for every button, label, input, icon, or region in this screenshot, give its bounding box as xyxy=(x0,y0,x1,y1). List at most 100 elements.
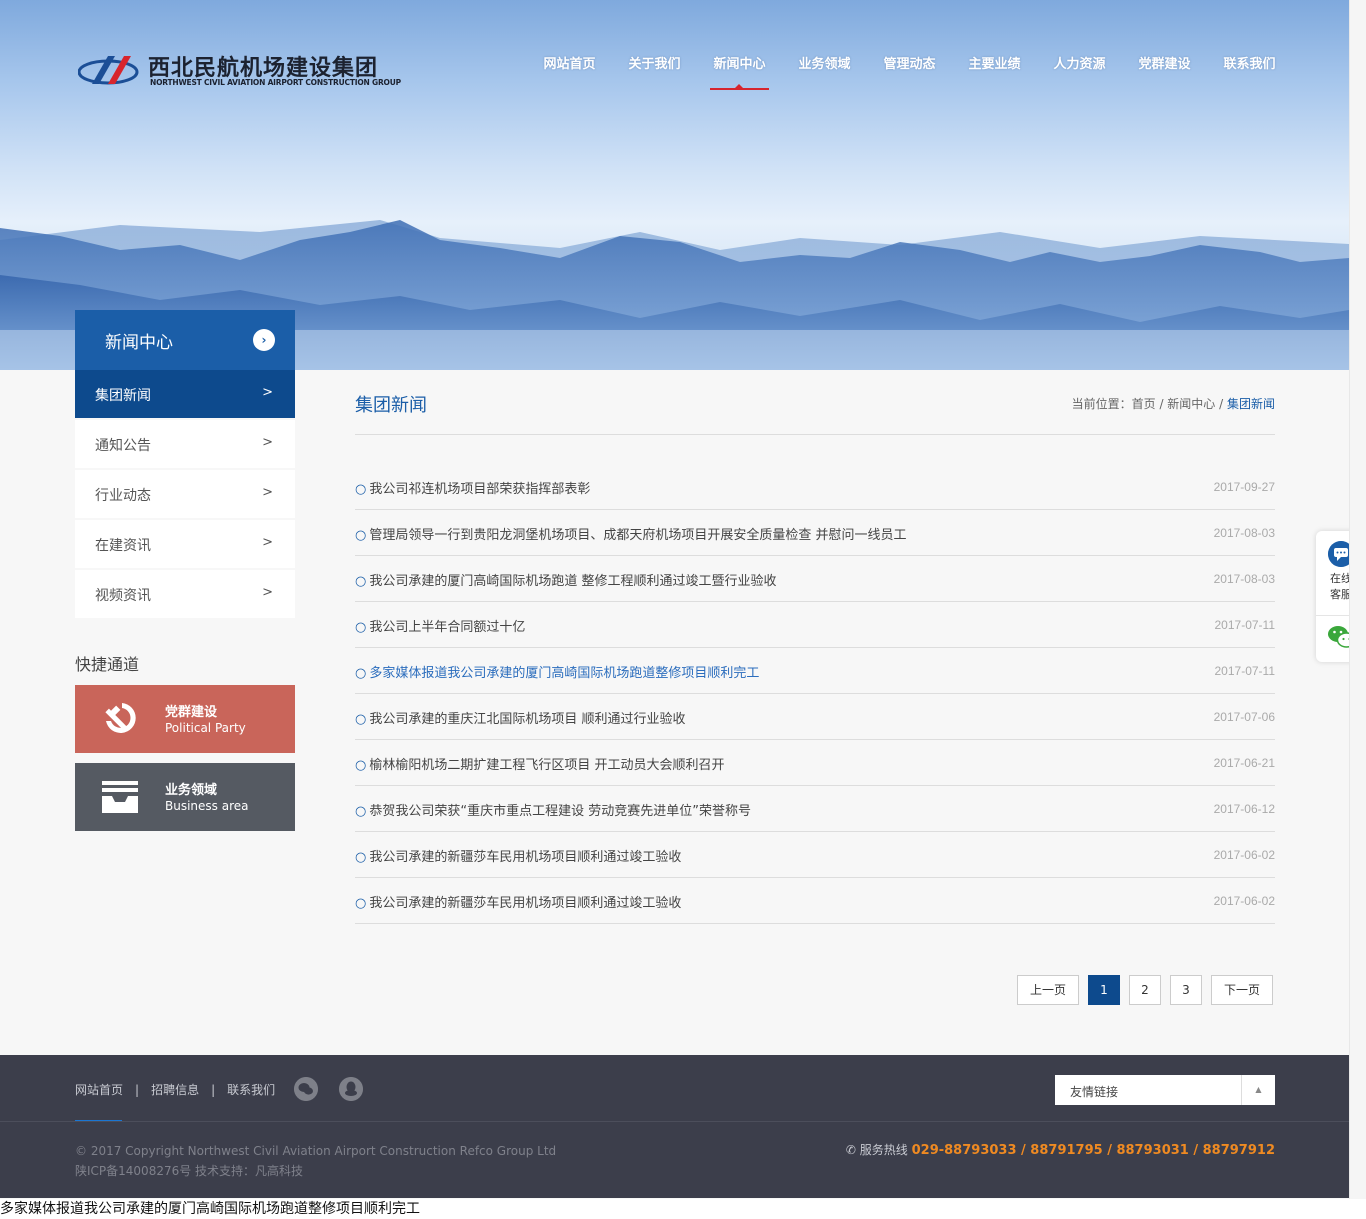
bullet-icon: ○ xyxy=(355,804,367,819)
footer-link-home[interactable]: 网站首页 xyxy=(75,1083,123,1097)
news-title[interactable]: ○ 我公司承建的新疆莎车民用机场项目顺利通过竣工验收 xyxy=(355,892,681,911)
sidebar-title: 新闻中心 xyxy=(105,333,173,353)
news-item[interactable]: ○ 我公司祁连机场项目部荣获指挥部表彰 2017-09-27 xyxy=(355,464,1275,510)
news-item[interactable]: ○ 我公司承建的重庆江北国际机场项目 顺利通过行业验收 2017-07-06 xyxy=(355,694,1275,740)
news-date: 2017-06-02 xyxy=(1213,894,1275,908)
nav-about[interactable]: 关于我们 xyxy=(612,56,697,90)
breadcrumb-section[interactable]: 新闻中心 xyxy=(1167,397,1215,411)
news-title-text: 多家媒体报道我公司承建的厦门高崎国际机场跑道整修项目顺利完工 xyxy=(369,666,760,681)
news-item[interactable]: ○ 多家媒体报道我公司承建的厦门高崎国际机场跑道整修项目顺利完工 2017-07-1… xyxy=(355,648,1275,694)
hotline: ✆ 服务热线 029-88793033 / 88791795 / 8879303… xyxy=(846,1141,1275,1158)
wechat-icon[interactable] xyxy=(294,1077,318,1101)
page-button-1[interactable]: 1 xyxy=(1088,975,1120,1005)
news-title-text: 榆林榆阳机场二期扩建工程飞行区项目 开工动员大会顺利召开 xyxy=(369,758,725,773)
quick-link-title: 党群建设 xyxy=(165,705,218,720)
news-title-text: 管理局领导一行到贵阳龙洞堡机场项目、成都天府机场项目开展安全质量检查 并慰问一线… xyxy=(369,528,907,543)
nav-news[interactable]: 新闻中心 xyxy=(697,56,782,90)
next-page-button[interactable]: 下一页 xyxy=(1211,975,1273,1005)
quick-link-subtitle: Business area xyxy=(165,799,249,813)
news-title[interactable]: ○ 我公司承建的重庆江北国际机场项目 顺利通过行业验收 xyxy=(355,708,685,727)
sidebar-item-label: 集团新闻 xyxy=(95,388,151,404)
site-logo[interactable]: 西北民航机场建设集团 NORTHWEST CIVIL AVIATION AIRP… xyxy=(78,48,401,92)
news-item[interactable]: ○ 我公司承建的新疆莎车民用机场项目顺利通过竣工验收 2017-06-02 xyxy=(355,878,1275,924)
nav-contact[interactable]: 联系我们 xyxy=(1207,56,1292,90)
footer-divider xyxy=(0,1121,1349,1122)
breadcrumb: 当前位置：首页 / 新闻中心 / 集团新闻 xyxy=(1072,395,1275,412)
news-date: 2017-09-27 xyxy=(1213,480,1275,494)
nav-business[interactable]: 业务领域 xyxy=(782,56,867,90)
chevron-right-icon: > xyxy=(262,385,273,400)
breadcrumb-sep: / xyxy=(1155,397,1168,411)
quick-link-subtitle: Political Party xyxy=(165,721,246,735)
quick-link-party[interactable]: 党群建设 Political Party xyxy=(75,685,295,753)
hammer-sickle-icon xyxy=(105,703,136,733)
nav-achievements[interactable]: 主要业绩 xyxy=(952,56,1037,90)
nav-home[interactable]: 网站首页 xyxy=(527,56,612,90)
sidebar-item-label: 通知公告 xyxy=(95,438,151,454)
sidebar-item-video[interactable]: 视频资讯 > xyxy=(75,570,295,618)
news-date: 2017-07-11 xyxy=(1214,664,1276,678)
footer-link-sep: | xyxy=(211,1083,216,1097)
bullet-icon: ○ xyxy=(355,850,367,865)
news-title-text: 我公司承建的新疆莎车民用机场项目顺利通过竣工验收 xyxy=(369,850,682,865)
sidebar-item-notices[interactable]: 通知公告 > xyxy=(75,420,295,468)
news-title-text: 恭贺我公司荣获“重庆市重点工程建设 劳动竞赛先进单位”荣誉称号 xyxy=(369,804,751,819)
footer-link-contact[interactable]: 联系我们 xyxy=(227,1083,275,1097)
news-title[interactable]: ○ 恭贺我公司荣获“重庆市重点工程建设 劳动竞赛先进单位”荣誉称号 xyxy=(355,800,751,819)
news-title-text: 我公司承建的厦门高崎国际机场跑道 整修工程顺利通过竣工暨行业验收 xyxy=(369,574,777,589)
news-title[interactable]: ○ 我公司承建的厦门高崎国际机场跑道 整修工程顺利通过竣工暨行业验收 xyxy=(355,570,776,589)
icp-text: 陕ICP备14008276号 技术支持：凡高科技 xyxy=(75,1164,304,1178)
news-title-text: 我公司祁连机场项目部荣获指挥部表彰 xyxy=(369,482,591,497)
logo-text-en: NORTHWEST CIVIL AVIATION AIRPORT CONSTRU… xyxy=(150,78,401,87)
news-title-text: 我公司承建的重庆江北国际机场项目 顺利通过行业验收 xyxy=(369,712,686,727)
news-item[interactable]: ○ 我公司承建的厦门高崎国际机场跑道 整修工程顺利通过竣工暨行业验收 2017-08… xyxy=(355,556,1275,602)
nav-party[interactable]: 党群建设 xyxy=(1122,56,1207,90)
sidebar-item-industry[interactable]: 行业动态 > xyxy=(75,470,295,518)
breadcrumb-home[interactable]: 首页 xyxy=(1132,397,1156,411)
nav-hr[interactable]: 人力资源 xyxy=(1037,56,1122,90)
news-title[interactable]: ○ 我公司上半年合同额过十亿 xyxy=(355,616,525,635)
inbox-tray-icon xyxy=(102,781,138,813)
divider xyxy=(355,434,1275,435)
news-item[interactable]: ○ 我公司上半年合同额过十亿 2017-07-11 xyxy=(355,602,1275,648)
news-date: 2017-07-06 xyxy=(1213,710,1275,724)
news-title[interactable]: ○ 我公司祁连机场项目部荣获指挥部表彰 xyxy=(355,478,590,497)
copyright-text: © 2017 Copyright Northwest Civil Aviatio… xyxy=(75,1144,557,1158)
page-button-2[interactable]: 2 xyxy=(1129,975,1161,1005)
bullet-icon: ○ xyxy=(355,758,367,773)
nav-management[interactable]: 管理动态 xyxy=(867,56,952,90)
news-title[interactable]: ○ 我公司承建的新疆莎车民用机场项目顺利通过竣工验收 xyxy=(355,846,681,865)
chevron-right-circle-icon: › xyxy=(253,329,275,351)
status-caption: 多家媒体报道我公司承建的厦门高崎国际机场跑道整修项目顺利完工 xyxy=(0,1199,1366,1219)
footer-link-jobs[interactable]: 招聘信息 xyxy=(151,1083,199,1097)
qq-icon[interactable] xyxy=(339,1077,363,1101)
news-title[interactable]: ○ 多家媒体报道我公司承建的厦门高崎国际机场跑道整修项目顺利完工 xyxy=(355,662,759,681)
bullet-icon: ○ xyxy=(355,528,367,543)
pagination: 上一页 1 2 3 下一页 xyxy=(1008,975,1273,1005)
page-scrollbar[interactable] xyxy=(1349,0,1366,1199)
news-title-text: 我公司上半年合同额过十亿 xyxy=(369,620,526,635)
sidebar-item-group-news[interactable]: 集团新闻 > xyxy=(75,370,295,418)
chevron-right-icon: > xyxy=(262,485,273,500)
news-date: 2017-06-12 xyxy=(1213,802,1275,816)
news-title[interactable]: ○ 榆林榆阳机场二期扩建工程飞行区项目 开工动员大会顺利召开 xyxy=(355,754,724,773)
news-item[interactable]: ○ 榆林榆阳机场二期扩建工程飞行区项目 开工动员大会顺利召开 2017-06-21 xyxy=(355,740,1275,786)
bullet-icon: ○ xyxy=(355,482,367,497)
sidebar-header: 新闻中心 › xyxy=(75,310,295,370)
bullet-icon: ○ xyxy=(355,620,367,635)
friend-links-label: 友情链接 xyxy=(1070,1085,1119,1099)
news-item[interactable]: ○ 我公司承建的新疆莎车民用机场项目顺利通过竣工验收 2017-06-02 xyxy=(355,832,1275,878)
news-item[interactable]: ○ 恭贺我公司荣获“重庆市重点工程建设 劳动竞赛先进单位”荣誉称号 2017-06-… xyxy=(355,786,1275,832)
news-title[interactable]: ○ 管理局领导一行到贵阳龙洞堡机场项目、成都天府机场项目开展安全质量检查 并慰问一… xyxy=(355,524,906,543)
quick-link-business[interactable]: 业务领域 Business area xyxy=(75,763,295,831)
sidebar-item-construction[interactable]: 在建资讯 > xyxy=(75,520,295,568)
breadcrumb-current: 集团新闻 xyxy=(1226,397,1275,411)
prev-page-button[interactable]: 上一页 xyxy=(1017,975,1079,1005)
friend-links-select[interactable]: 友情链接 ▲ xyxy=(1055,1075,1275,1105)
sidebar-item-label: 行业动态 xyxy=(95,488,151,504)
news-item[interactable]: ○ 管理局领导一行到贵阳龙洞堡机场项目、成都天府机场项目开展安全质量检查 并慰问一… xyxy=(355,510,1275,556)
news-date: 2017-06-21 xyxy=(1213,756,1275,770)
phone-icon: ✆ xyxy=(845,1143,860,1157)
copyright-block: © 2017 Copyright Northwest Civil Aviatio… xyxy=(75,1141,556,1181)
page-button-3[interactable]: 3 xyxy=(1170,975,1202,1005)
